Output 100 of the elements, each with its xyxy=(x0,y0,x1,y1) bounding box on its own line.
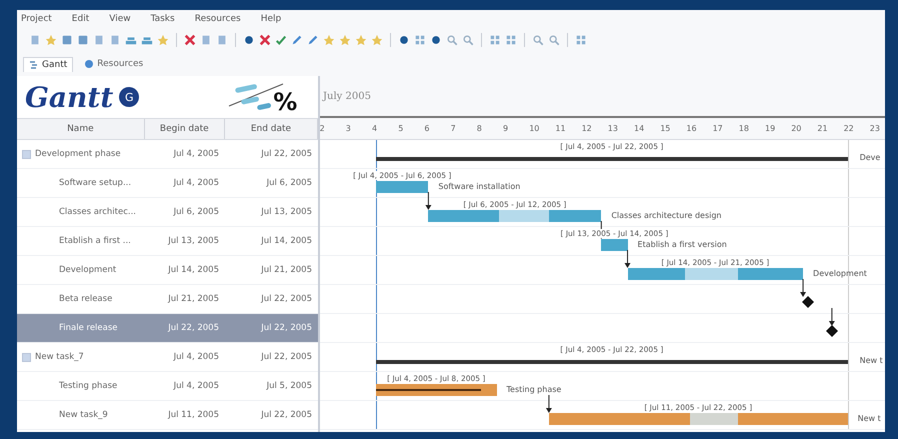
magnifier-icon[interactable] xyxy=(532,34,544,46)
dot-icon[interactable] xyxy=(430,34,442,46)
cross-icon[interactable] xyxy=(184,34,196,46)
task-name: Finale release xyxy=(58,323,118,333)
task-name: New task_9 xyxy=(58,410,108,420)
star-icon[interactable] xyxy=(371,34,383,46)
end-date: Jul 5, 2005 xyxy=(265,381,313,391)
grid-icon[interactable] xyxy=(489,34,501,46)
bar-label: Development xyxy=(813,269,867,278)
task-name: Development xyxy=(58,265,116,275)
bar-label: New t xyxy=(860,356,883,365)
page-icon[interactable] xyxy=(216,34,228,46)
magnifier-icon[interactable] xyxy=(446,34,458,46)
begin-date: Jul 4, 2005 xyxy=(172,149,220,159)
end-date: Jul 21, 2005 xyxy=(260,265,313,275)
magnifier-icon[interactable] xyxy=(548,34,560,46)
star-icon[interactable] xyxy=(323,34,335,46)
dot-icon[interactable] xyxy=(398,34,410,46)
task-name: Testing phase xyxy=(58,381,118,391)
end-date: Jul 13, 2005 xyxy=(260,207,313,217)
day-label: 13 xyxy=(608,124,618,133)
menu-item[interactable]: Resources xyxy=(194,14,241,24)
day-label: 9 xyxy=(503,124,508,133)
begin-date: Jul 21, 2005 xyxy=(166,294,220,304)
dependency-arrow xyxy=(546,394,552,413)
begin-date: Jul 4, 2005 xyxy=(172,381,220,391)
column-header[interactable]: Name xyxy=(17,119,145,139)
task-name: Software setup... xyxy=(58,178,132,188)
day-label: 19 xyxy=(765,124,776,133)
check-icon[interactable] xyxy=(275,34,287,46)
day-label: 7 xyxy=(450,124,456,133)
page-icon[interactable] xyxy=(109,34,121,46)
column-header[interactable]: End date xyxy=(224,119,318,139)
begin-date: Jul 13, 2005 xyxy=(166,236,220,246)
menu-item[interactable]: Edit xyxy=(72,14,90,24)
day-label: 20 xyxy=(791,124,802,133)
begin-date: Jul 22, 2005 xyxy=(166,323,220,333)
menu-item[interactable]: Project xyxy=(21,14,52,24)
bar-label: Classes architecture design xyxy=(611,211,722,220)
grid-icon[interactable] xyxy=(575,34,587,46)
day-label: 12 xyxy=(582,124,592,133)
day-label: 5 xyxy=(398,124,404,133)
milestone-icon[interactable] xyxy=(802,296,814,308)
end-date: Jul 14, 2005 xyxy=(260,236,313,246)
end-date: Jul 22, 2005 xyxy=(260,352,313,362)
page-icon[interactable] xyxy=(200,34,212,46)
column-header[interactable]: Begin date xyxy=(144,119,225,139)
page-icon[interactable] xyxy=(93,34,105,46)
table-row[interactable]: Software setup... Jul 4, 2005 Jul 6, 2005 xyxy=(17,169,318,198)
pencil-icon[interactable] xyxy=(291,34,303,46)
pencil-icon[interactable] xyxy=(307,34,319,46)
bar-label: New t xyxy=(858,414,881,423)
day-label: 4 xyxy=(372,124,378,133)
day-label: 8 xyxy=(476,124,482,133)
tab[interactable]: Gantt xyxy=(23,56,74,72)
page-icon[interactable] xyxy=(29,34,41,46)
tab[interactable]: Resources xyxy=(79,57,148,71)
table-row[interactable]: Development phase Jul 4, 2005 Jul 22, 2005 xyxy=(17,140,318,169)
begin-date: Jul 4, 2005 xyxy=(172,352,220,362)
day-label: 10 xyxy=(529,124,540,133)
dot-icon[interactable] xyxy=(243,34,255,46)
end-date: Jul 22, 2005 xyxy=(260,149,313,159)
menu-item[interactable]: View xyxy=(109,14,131,24)
table-row[interactable]: Etablish a first ... Jul 13, 2005 Jul 14, 2005 xyxy=(17,227,318,256)
star-icon[interactable] xyxy=(355,34,367,46)
menu-item[interactable]: Tasks xyxy=(150,14,175,24)
star-icon[interactable] xyxy=(45,34,57,46)
end-date: Jul 22, 2005 xyxy=(260,294,313,304)
task-name: Beta release xyxy=(58,294,112,304)
menu-item[interactable]: Help xyxy=(260,14,282,24)
milestone-icon[interactable] xyxy=(826,325,838,337)
grid-icon[interactable] xyxy=(414,34,426,46)
cross-icon[interactable] xyxy=(259,34,271,46)
end-date: Jul 22, 2005 xyxy=(260,323,313,333)
day-label: 17 xyxy=(712,124,723,133)
table-row[interactable]: Classes architec... Jul 6, 2005 Jul 13, 2005 xyxy=(17,198,318,227)
chart-icon xyxy=(29,60,39,70)
star-icon[interactable] xyxy=(157,34,169,46)
globe-icon xyxy=(84,59,94,69)
table-row[interactable]: New task_9 Jul 11, 2005 Jul 22, 2005 xyxy=(17,401,318,430)
magnifier-icon[interactable] xyxy=(462,34,474,46)
bar-label: Deve xyxy=(860,153,880,162)
task-name: Etablish a first ... xyxy=(58,236,131,246)
dependency-arrow xyxy=(828,308,835,326)
task-bar[interactable] xyxy=(376,384,497,396)
end-date: Jul 22, 2005 xyxy=(260,410,313,420)
logo-mark: % xyxy=(273,88,298,116)
table-row[interactable]: Development Jul 14, 2005 Jul 21, 2005 xyxy=(17,256,318,285)
day-label: 11 xyxy=(555,124,566,133)
table-row[interactable]: New task_7 Jul 4, 2005 Jul 22, 2005 xyxy=(17,343,318,372)
begin-date: Jul 6, 2005 xyxy=(172,207,220,217)
begin-date: Jul 4, 2005 xyxy=(172,178,220,188)
grid-icon[interactable] xyxy=(505,34,517,46)
star-icon[interactable] xyxy=(339,34,351,46)
table-row[interactable]: Testing phase Jul 4, 2005 Jul 5, 2005 xyxy=(17,372,318,401)
logo-badge: G xyxy=(119,87,140,107)
expander-icon[interactable] xyxy=(22,352,31,362)
expander-icon[interactable] xyxy=(22,150,31,158)
day-label: 16 xyxy=(686,124,697,133)
dependency-arrow xyxy=(800,278,806,297)
